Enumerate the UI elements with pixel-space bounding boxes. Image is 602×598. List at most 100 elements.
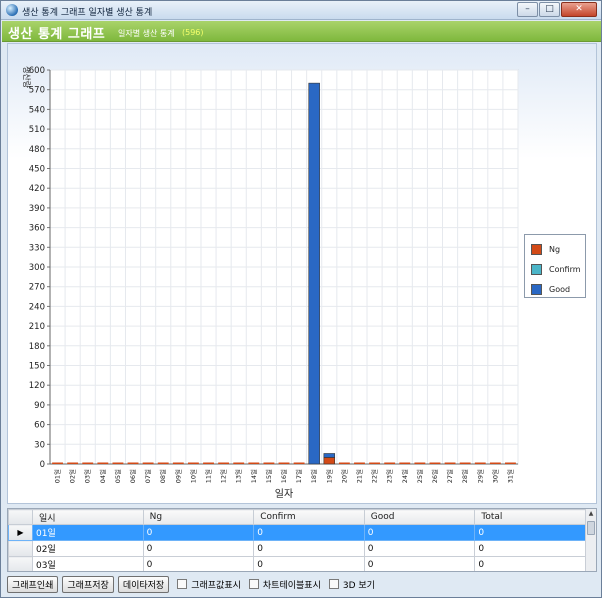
x-tick-label: 15일 <box>264 469 273 483</box>
legend-label: Confirm <box>549 264 581 274</box>
print-graph-button[interactable]: 그래프인쇄 <box>7 575 59 593</box>
table-row[interactable]: ▶ 01일 0 0 0 0 <box>8 524 586 541</box>
row-selector-arrow-icon[interactable]: ▶ <box>8 524 33 541</box>
bar-zero-marker <box>127 462 139 464</box>
table-cell[interactable]: 0 <box>142 540 255 557</box>
x-tick-label: 01일 <box>53 469 62 483</box>
close-button[interactable]: ✕ <box>561 2 597 17</box>
table-cell[interactable]: 02일 <box>32 540 144 557</box>
window-controls: – □ ✕ <box>517 2 597 17</box>
table-cell[interactable]: 0 <box>253 540 365 557</box>
title-bar[interactable]: 생산 통계 그래프 일자별 생산 통계 – □ ✕ <box>1 1 601 20</box>
bar-zero-marker <box>459 462 471 464</box>
checkbox-box[interactable] <box>248 579 259 589</box>
view-3d-checkbox[interactable]: 3D 보기 <box>328 578 375 591</box>
page-title: 생산 통계 그래프 <box>8 27 106 42</box>
maximize-button[interactable]: □ <box>539 2 560 17</box>
bar-zero-marker <box>248 462 260 464</box>
legend-item-ng: Ng <box>531 243 560 255</box>
table-header-row: 일시 Ng Confirm Good Total <box>8 509 586 525</box>
y-axis-title: 생산량 <box>22 66 32 89</box>
x-tick-label: 05일 <box>113 469 122 483</box>
y-tick-label: 30 <box>34 440 45 450</box>
column-header-confirm[interactable]: Confirm <box>253 509 365 525</box>
y-tick-label: 0 <box>40 460 45 470</box>
page-subtitle: 일자별 생산 통계 <box>118 29 175 38</box>
bar-zero-marker <box>263 462 275 464</box>
data-grid: 일시 Ng Confirm Good Total ▶ 01일 0 0 0 0 0… <box>7 508 597 572</box>
x-tick-label: 11일 <box>204 469 213 483</box>
y-tick-label: 450 <box>29 165 45 175</box>
row-header[interactable] <box>8 540 33 557</box>
table-row[interactable]: 02일 0 0 0 0 <box>8 540 586 557</box>
x-tick-label: 13일 <box>234 469 243 483</box>
legend-item-confirm: Confirm <box>531 263 581 275</box>
row-header-corner <box>8 509 33 525</box>
x-axis-title: 일자 <box>275 488 293 500</box>
y-tick-label: 300 <box>29 263 45 273</box>
x-tick-label: 24일 <box>400 469 409 483</box>
y-tick-label: 480 <box>29 145 45 155</box>
table-cell[interactable]: 0 <box>474 524 586 541</box>
table-cell[interactable]: 0 <box>474 540 586 557</box>
x-tick-label: 23일 <box>385 469 394 483</box>
y-tick-label: 90 <box>34 401 45 411</box>
legend-swatch <box>531 243 542 255</box>
checkbox-box[interactable] <box>177 579 188 589</box>
minimize-icon: – <box>525 4 530 14</box>
y-tick-label: 390 <box>29 204 45 214</box>
show-values-checkbox[interactable]: 그래프값표시 <box>177 578 241 591</box>
x-tick-label: 27일 <box>445 469 454 483</box>
table-cell[interactable]: 0 <box>363 540 476 557</box>
bottom-toolbar: 그래프인쇄 그래프저장 데이타저장 그래프값표시 차트테이블표시 3D 보기 <box>7 574 379 594</box>
x-tick-label: 08일 <box>158 469 167 483</box>
minimize-button[interactable]: – <box>517 2 538 17</box>
row-header[interactable] <box>8 556 33 571</box>
x-tick-label: 04일 <box>98 469 107 483</box>
grid-scrollbar[interactable]: ▲ <box>585 509 596 571</box>
bar-zero-marker <box>52 462 63 464</box>
y-tick-label: 510 <box>29 125 45 135</box>
table-row[interactable]: 03일 0 0 0 0 <box>8 556 586 571</box>
table-cell[interactable]: 0 <box>142 556 255 571</box>
x-tick-label: 09일 <box>173 469 182 483</box>
column-header-total[interactable]: Total <box>474 509 586 525</box>
table-cell[interactable]: 01일 <box>32 524 144 541</box>
bar-ng <box>323 457 336 465</box>
table-cell[interactable]: 0 <box>142 524 255 541</box>
column-header-good[interactable]: Good <box>363 509 476 525</box>
x-tick-label: 10일 <box>188 469 197 483</box>
y-tick-label: 210 <box>29 322 45 332</box>
table-cell[interactable]: 03일 <box>32 556 144 571</box>
table-cell[interactable]: 0 <box>363 524 476 541</box>
x-tick-label: 29일 <box>475 469 484 483</box>
column-header-ng[interactable]: Ng <box>142 509 255 525</box>
bar-zero-marker <box>293 462 305 464</box>
y-tick-label: 420 <box>29 184 45 194</box>
chart-legend: Ng Confirm Good <box>524 234 586 298</box>
y-tick-label: 60 <box>34 421 45 431</box>
y-tick-label: 270 <box>29 283 45 293</box>
table-cell[interactable]: 0 <box>253 524 365 541</box>
save-graph-button[interactable]: 그래프저장 <box>62 575 114 593</box>
x-tick-label: 22일 <box>370 469 379 483</box>
y-tick-label: 150 <box>29 362 45 372</box>
column-header-date[interactable]: 일시 <box>32 509 144 525</box>
show-chart-table-checkbox[interactable]: 차트테이블표시 <box>248 578 321 591</box>
table-cell[interactable]: 0 <box>253 556 365 571</box>
checkbox-box[interactable] <box>328 579 339 589</box>
bar-zero-marker <box>97 462 109 464</box>
bar-zero-marker <box>233 462 245 464</box>
x-tick-label: 25일 <box>415 469 424 483</box>
save-data-button[interactable]: 데이타저장 <box>117 575 170 593</box>
bar-zero-marker <box>218 462 230 464</box>
x-tick-label: 20일 <box>339 469 348 483</box>
legend-swatch <box>531 263 542 275</box>
table-cell[interactable]: 0 <box>363 556 476 571</box>
scroll-up-icon[interactable]: ▲ <box>586 509 596 519</box>
bar-zero-marker <box>474 462 486 464</box>
table-cell[interactable]: 0 <box>474 556 586 571</box>
show-values-label: 그래프값표시 <box>191 580 241 591</box>
x-tick-label: 14일 <box>249 469 258 483</box>
scroll-thumb[interactable] <box>587 521 595 535</box>
